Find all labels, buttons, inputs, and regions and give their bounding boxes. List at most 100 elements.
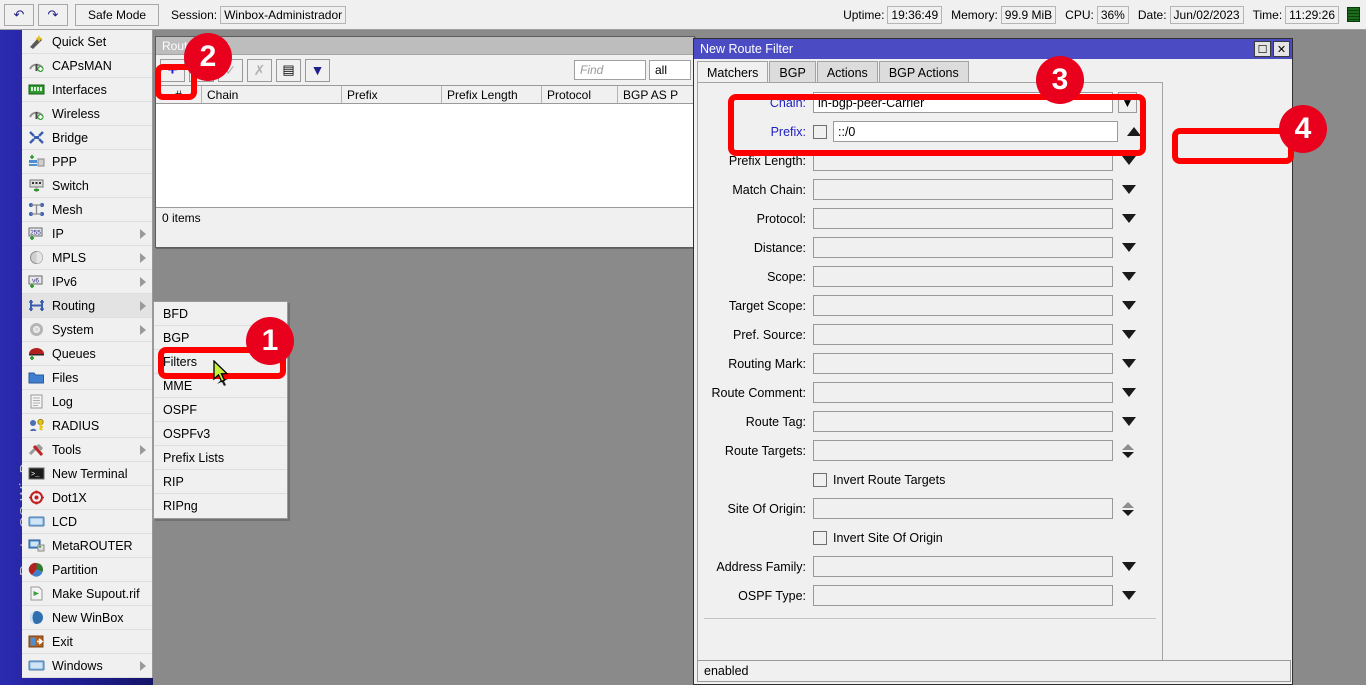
chevron-down-icon[interactable] (1122, 591, 1136, 600)
sidebar-item-tools[interactable]: Tools (22, 438, 152, 462)
route-filters-comment-button[interactable]: ▤ (276, 58, 301, 82)
sidebar-item-partition[interactable]: Partition (22, 558, 152, 582)
sidebar-item-switch[interactable]: Switch (22, 174, 152, 198)
column-header-prefix-length[interactable]: Prefix Length (442, 86, 542, 103)
route-filters-filter-button[interactable]: ▼ (305, 58, 330, 82)
sidebar-item-label: Routing (52, 298, 96, 313)
sidebar-item-windows[interactable]: Windows (22, 654, 152, 678)
input-match-chain[interactable] (813, 179, 1113, 200)
sidebar-item-mesh[interactable]: Mesh (22, 198, 152, 222)
field-row-route-tag: Route Tag: (698, 407, 1162, 436)
checkbox-row-invert-site-of-origin[interactable]: Invert Site Of Origin (698, 523, 1162, 552)
route-filters-scope-select[interactable]: all (649, 60, 691, 80)
chevron-down-icon[interactable] (1122, 359, 1136, 368)
input-address-family[interactable] (813, 556, 1113, 577)
safe-mode-button[interactable]: Safe Mode (75, 3, 160, 26)
input-ospf-type[interactable] (813, 585, 1113, 606)
route-filters-titlebar[interactable]: Route Filters (156, 37, 694, 55)
route-filters-disable-button[interactable]: ✗ (247, 58, 272, 82)
input-route-tag[interactable] (813, 411, 1113, 432)
input-prefix[interactable]: ::/0 (833, 121, 1118, 142)
chevron-down-icon[interactable] (1122, 272, 1136, 281)
sidebar-item-label: IPv6 (52, 274, 78, 289)
input-route-targets[interactable] (813, 440, 1113, 461)
sidebar-item-wireless[interactable]: Wireless (22, 102, 152, 126)
sidebar-item-exit[interactable]: Exit (22, 630, 152, 654)
submenu-item-ripng[interactable]: RIPng (154, 494, 287, 518)
submenu-item-rip[interactable]: RIP (154, 470, 287, 494)
dialog-titlebar[interactable]: New Route Filter ☐ ✕ (694, 39, 1292, 59)
chevron-up-icon[interactable] (1127, 127, 1141, 136)
chevron-down-icon[interactable] (1122, 301, 1136, 310)
submenu-item-ospfv3[interactable]: OSPFv3 (154, 422, 287, 446)
input-protocol[interactable] (813, 208, 1113, 229)
chevron-down-icon[interactable] (1122, 185, 1136, 194)
sidebar-item-mpls[interactable]: MPLS (22, 246, 152, 270)
sidebar-item-label: Dot1X (52, 490, 87, 505)
sidebar-item-ppp[interactable]: PPP (22, 150, 152, 174)
chevron-right-icon (140, 325, 146, 335)
input-distance[interactable] (813, 237, 1113, 258)
spinner-site-of-origin[interactable] (1122, 501, 1134, 516)
sidebar-item-log[interactable]: Log (22, 390, 152, 414)
chevron-down-icon[interactable] (1122, 243, 1136, 252)
submenu-item-prefix-lists[interactable]: Prefix Lists (154, 446, 287, 470)
checkbox-row-invert-route-targets[interactable]: Invert Route Targets (698, 465, 1162, 494)
redo-icon[interactable]: ↷ (38, 3, 68, 26)
sidebar-item-queues[interactable]: Queues (22, 342, 152, 366)
sidebar-item-ipv6[interactable]: v6 IPv6 (22, 270, 152, 294)
sidebar-item-quick-set[interactable]: Quick Set (22, 30, 152, 54)
route-filters-add-button[interactable]: + (160, 58, 185, 82)
input-scope[interactable] (813, 266, 1113, 287)
sidebar-item-new-winbox[interactable]: New WinBox (22, 606, 152, 630)
tab-bgp[interactable]: BGP (769, 61, 816, 83)
input-site-of-origin[interactable] (813, 498, 1113, 519)
checkbox-prefix[interactable] (813, 124, 827, 139)
sidebar-item-dot1x[interactable]: Dot1X (22, 486, 152, 510)
column-header-chain[interactable]: Chain (202, 86, 342, 103)
input-target-scope[interactable] (813, 295, 1113, 316)
chevron-right-icon (140, 661, 146, 671)
chevron-down-icon[interactable] (1122, 562, 1136, 571)
sidebar-item-metarouter[interactable]: MetaROUTER (22, 534, 152, 558)
undo-icon[interactable]: ↶ (4, 3, 34, 26)
sidebar-item-routing[interactable]: Routing (22, 294, 152, 318)
sidebar-item-make-supout-rif[interactable]: Make Supout.rif (22, 582, 152, 606)
chevron-right-icon (140, 301, 146, 311)
sidebar-item-bridge[interactable]: Bridge (22, 126, 152, 150)
chevron-down-icon[interactable] (1122, 330, 1136, 339)
sidebar-item-capsman[interactable]: CAPsMAN (22, 54, 152, 78)
checkbox-invert-route-targets[interactable] (813, 472, 827, 487)
column-header-prefix[interactable]: Prefix (342, 86, 442, 103)
input-route-comment[interactable] (813, 382, 1113, 403)
column-header-protocol[interactable]: Protocol (542, 86, 618, 103)
sidebar-item-radius[interactable]: RADIUS (22, 414, 152, 438)
submenu-item-ospf[interactable]: OSPF (154, 398, 287, 422)
sidebar-item-ip[interactable]: 255 IP (22, 222, 152, 246)
route-filters-table-body[interactable] (156, 104, 694, 208)
sidebar-item-system[interactable]: System (22, 318, 152, 342)
tab-bgp-actions[interactable]: BGP Actions (878, 61, 969, 83)
sidebar-item-lcd[interactable]: LCD (22, 510, 152, 534)
checkbox-invert-site-of-origin[interactable] (813, 530, 827, 545)
field-row-protocol: Protocol: (698, 204, 1162, 233)
tab-actions[interactable]: Actions (816, 61, 878, 83)
input-pref-source[interactable] (813, 324, 1113, 345)
tab-matchers[interactable]: Matchers (697, 61, 769, 83)
spinner-route-targets[interactable] (1122, 443, 1134, 458)
column-header-[interactable]: # (156, 86, 202, 103)
maximize-icon[interactable]: ☐ (1254, 41, 1271, 57)
column-header-bgp-as-p[interactable]: BGP AS P (618, 86, 694, 103)
close-icon[interactable]: ✕ (1273, 41, 1290, 57)
chevron-down-icon[interactable] (1122, 417, 1136, 426)
sidebar-item-new-terminal[interactable]: >_ New Terminal (22, 462, 152, 486)
sidebar-item-interfaces[interactable]: Interfaces (22, 78, 152, 102)
route-filters-find-input[interactable]: Find (574, 60, 646, 80)
sidebar-item-files[interactable]: Files (22, 366, 152, 390)
chevron-down-icon[interactable] (1122, 214, 1136, 223)
input-prefix-length[interactable] (813, 150, 1113, 171)
input-routing-mark[interactable] (813, 353, 1113, 374)
chevron-down-icon[interactable] (1122, 388, 1136, 397)
dropdown-button-chain[interactable]: ▼ (1118, 92, 1137, 113)
chevron-down-icon[interactable] (1122, 156, 1136, 165)
